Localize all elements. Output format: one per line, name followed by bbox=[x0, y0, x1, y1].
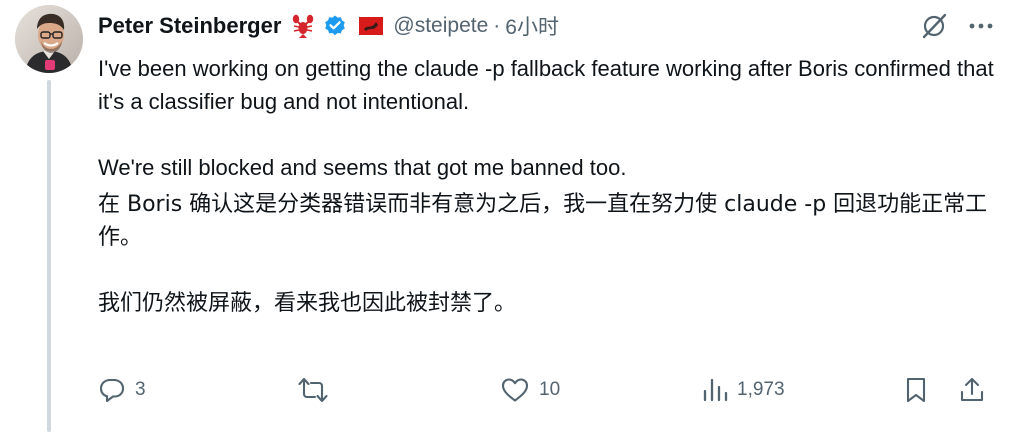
author-handle[interactable]: @steipete bbox=[393, 14, 488, 38]
author-name[interactable]: Peter Steinberger bbox=[98, 13, 281, 39]
tweet-header: Peter Steinberger @steipete · 6小时 bbox=[98, 8, 559, 44]
avatar[interactable] bbox=[15, 5, 83, 73]
repost-icon bbox=[298, 377, 328, 403]
bookmark-icon bbox=[906, 377, 926, 403]
red-flag-icon bbox=[359, 16, 384, 36]
action-bar: 3 10 1,973 bbox=[98, 372, 990, 408]
header-actions bbox=[920, 8, 994, 44]
verified-badge-icon[interactable] bbox=[323, 14, 347, 38]
tweet-text: I've been working on getting the claude … bbox=[98, 52, 998, 320]
like-count: 10 bbox=[539, 379, 561, 400]
reply-button[interactable]: 3 bbox=[98, 376, 146, 404]
reply-icon bbox=[99, 378, 125, 403]
share-button[interactable] bbox=[958, 376, 986, 404]
translation-block: 在 Boris 确认这是分类器错误而非有意为之后，我一直在努力使 claude … bbox=[98, 188, 998, 320]
view-count: 1,973 bbox=[737, 379, 785, 400]
views-button[interactable]: 1,973 bbox=[702, 376, 785, 404]
lobster-emoji-icon bbox=[291, 13, 315, 39]
translated-paragraph-2: 我们仍然被屏蔽，看来我也因此被封禁了。 bbox=[98, 291, 517, 316]
grok-slash-icon[interactable] bbox=[920, 12, 948, 40]
thread-line bbox=[47, 80, 51, 432]
post-time[interactable]: 6小时 bbox=[505, 11, 559, 41]
more-icon[interactable] bbox=[968, 13, 994, 39]
reply-count: 3 bbox=[135, 379, 146, 400]
translated-paragraph-1: 在 Boris 确认这是分类器错误而非有意为之后，我一直在努力使 claude … bbox=[98, 192, 988, 250]
views-icon bbox=[703, 378, 728, 402]
original-paragraph-2: We're still blocked and seems that got m… bbox=[98, 155, 627, 180]
share-icon bbox=[960, 377, 984, 402]
original-paragraph-1: I've been working on getting the claude … bbox=[98, 56, 994, 114]
repost-button[interactable] bbox=[298, 376, 337, 404]
bookmark-button[interactable] bbox=[903, 376, 929, 404]
tweet: Peter Steinberger @steipete · 6小时 I've b… bbox=[0, 0, 1024, 432]
heart-icon bbox=[501, 378, 529, 402]
like-button[interactable]: 10 bbox=[500, 376, 560, 404]
avatar-portrait bbox=[15, 5, 83, 73]
separator-dot: · bbox=[493, 14, 501, 37]
